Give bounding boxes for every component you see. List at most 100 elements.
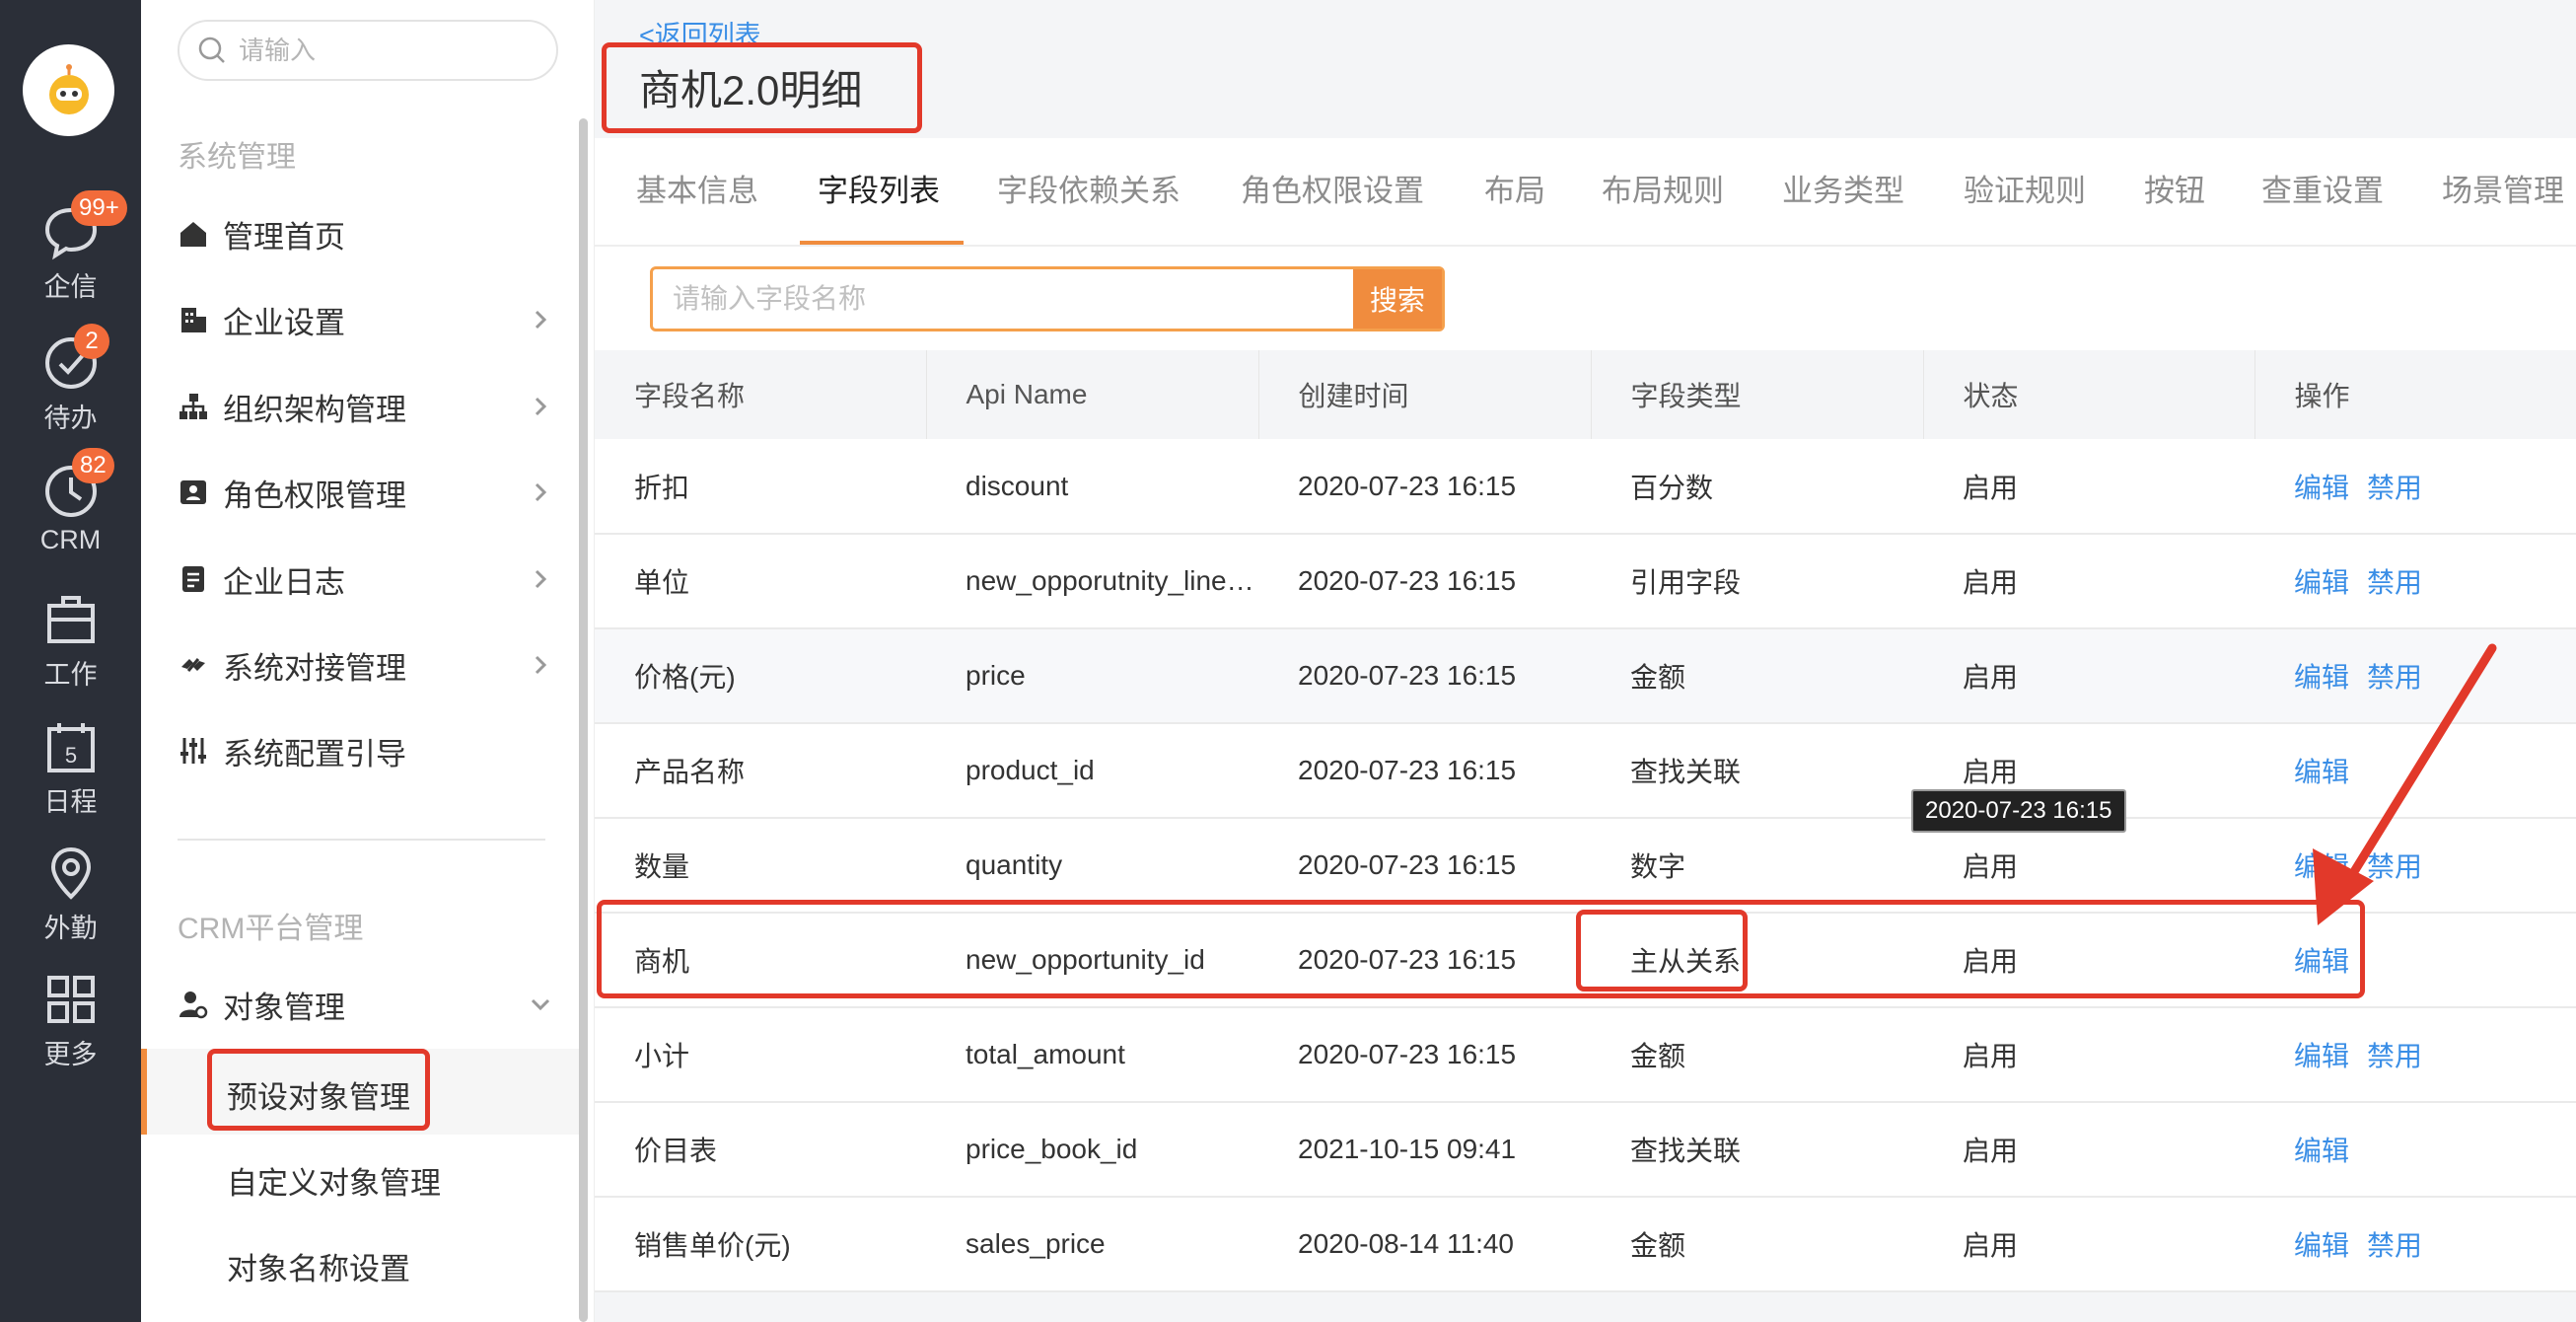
disable-link[interactable]: 禁用 [2367, 1041, 2422, 1071]
cell-actions: 编辑 禁用 [2254, 439, 2576, 535]
tab-layout[interactable]: 布局 [1484, 166, 1545, 210]
cell-field-name: 销售单价(元) [595, 1197, 926, 1292]
cell-api-name: price_book_id [926, 1102, 1258, 1198]
cell-actions: 编辑 禁用 [2254, 628, 2576, 724]
table-row: 折扣 discount 2020-07-23 16:15 百分数 启用 编辑 禁用 [595, 439, 2576, 535]
cell-created: 2020-07-23 16:15 [1258, 1007, 1591, 1103]
tab-scene-management[interactable]: 场景管理 [2442, 166, 2564, 210]
user-gear-icon [179, 992, 208, 1019]
tab-basic-info[interactable]: 基本信息 [636, 166, 758, 210]
app-logo[interactable] [23, 44, 114, 136]
column-header-field-name: 字段名称 [595, 350, 927, 439]
cell-status: 启用 [1923, 439, 2254, 535]
field-name-search-input[interactable] [653, 269, 1353, 329]
table-row: 数量 quantity 2020-07-23 16:15 数字 启用 编辑 禁用 [595, 818, 2576, 914]
rail-item-schedule[interactable]: 5 日程 [0, 717, 141, 819]
timestamp-tooltip: 2020-07-23 16:15 [1911, 789, 2126, 833]
tab-duplicate-check[interactable]: 查重设置 [2261, 166, 2384, 210]
edit-link[interactable]: 编辑 [2294, 567, 2349, 598]
robot-logo-icon [48, 63, 89, 114]
menu-item-label: 角色权限管理 [223, 477, 406, 513]
disable-link[interactable]: 禁用 [2367, 1230, 2422, 1261]
cell-field-type: 金额 [1591, 1007, 1923, 1103]
edit-link[interactable]: 编辑 [2294, 662, 2349, 693]
sidebar-scrollbar[interactable] [579, 118, 588, 1322]
chevron-right-icon [535, 310, 547, 330]
cell-api-name: product_id [926, 723, 1258, 819]
sidebar-search[interactable] [178, 20, 558, 81]
cell-field-type: 查找关联 [1591, 723, 1923, 819]
menu-item-company-log[interactable]: 企业日志 [178, 550, 552, 609]
menu-item-config-guide[interactable]: 系统配置引导 [178, 721, 552, 780]
menu-item-role-permissions[interactable]: 角色权限管理 [178, 463, 552, 522]
chevron-right-icon [535, 655, 547, 675]
menu-item-admin-home[interactable]: 管理首页 [178, 204, 552, 263]
menu-item-object-management[interactable]: 对象管理 [178, 975, 552, 1034]
menu-item-system-integration[interactable]: 系统对接管理 [178, 635, 552, 695]
menu-item-org-structure[interactable]: 组织架构管理 [178, 377, 552, 436]
rail-label: 工作 [43, 660, 98, 690]
edit-link[interactable]: 编辑 [2294, 757, 2349, 787]
cell-created: 2020-07-23 16:15 [1258, 723, 1591, 819]
field-search-bar: 搜索 [595, 247, 2576, 350]
rail-item-crm[interactable]: CRM 82 [0, 448, 141, 555]
submenu-item-custom-objects[interactable]: 自定义对象管理 [227, 1158, 441, 1203]
tab-buttons[interactable]: 按钮 [2144, 166, 2205, 210]
rail-item-more[interactable]: 更多 [0, 970, 141, 1071]
rail-item-qixin[interactable]: 企信 99+ [0, 190, 141, 304]
menu-item-label: 管理首页 [223, 219, 345, 255]
rail-item-todo[interactable]: 待办 2 [0, 324, 141, 435]
disable-link[interactable]: 禁用 [2367, 567, 2422, 598]
rail-label: 更多 [43, 1040, 98, 1069]
menu-item-company-settings[interactable]: 企业设置 [178, 290, 552, 349]
rail-item-field[interactable]: 外勤 [0, 844, 141, 945]
annotation-box-field-type [1576, 910, 1748, 992]
calendar-day: 5 [64, 743, 76, 768]
id-card-icon [180, 480, 206, 504]
menu-item-label: 企业日志 [223, 564, 345, 600]
rail-label: 日程 [43, 787, 98, 817]
disable-link[interactable]: 禁用 [2367, 473, 2422, 503]
main-content: <返回列表 商机2.0明细 基本信息 字段列表 字段依赖关系 角色权限设置 布局… [595, 0, 2576, 1322]
chevron-right-icon [535, 397, 547, 416]
disable-link[interactable]: 禁用 [2367, 662, 2422, 693]
table-header-row: 字段名称 Api Name 创建时间 字段类型 状态 操作 [595, 350, 2576, 439]
tab-layout-rules[interactable]: 布局规则 [1602, 166, 1724, 210]
tab-field-dependency[interactable]: 字段依赖关系 [997, 166, 1181, 210]
search-button[interactable]: 搜索 [1353, 269, 1442, 329]
menu-item-label: 系统对接管理 [223, 650, 406, 686]
edit-link[interactable]: 编辑 [2294, 473, 2349, 503]
rail-label: 企信 [43, 272, 98, 302]
cell-status: 启用 [1923, 1197, 2254, 1292]
sidebar-search-input[interactable] [239, 35, 535, 66]
menu-item-label: 系统配置引导 [223, 736, 406, 771]
tab-role-permissions[interactable]: 角色权限设置 [1241, 166, 1424, 210]
cell-field-name: 数量 [595, 818, 926, 914]
cell-actions: 编辑 禁用 [2254, 1197, 2576, 1292]
table-row: 小计 total_amount 2020-07-23 16:15 金额 启用 编… [595, 1007, 2576, 1103]
disable-link[interactable]: 禁用 [2367, 851, 2422, 882]
edit-link[interactable]: 编辑 [2294, 851, 2349, 882]
cell-api-name: quantity [926, 818, 1258, 914]
app-rail: 企信 99+ 待办 2 CRM 82 工作 5 日程 外勤 更多 [0, 0, 141, 1322]
edit-link[interactable]: 编辑 [2294, 1041, 2349, 1071]
field-search: 搜索 [650, 266, 1445, 331]
todo-badge: 2 [74, 324, 109, 359]
cell-actions: 编辑 [2254, 723, 2576, 819]
edit-link[interactable]: 编辑 [2294, 1230, 2349, 1261]
cell-field-type: 查找关联 [1591, 1102, 1923, 1198]
edit-link[interactable]: 编辑 [2294, 1136, 2349, 1166]
tab-business-types[interactable]: 业务类型 [1782, 166, 1904, 210]
cell-status: 启用 [1923, 1007, 2254, 1103]
submenu-item-object-names[interactable]: 对象名称设置 [227, 1244, 410, 1288]
rail-label: CRM [39, 525, 102, 554]
cell-actions: 编辑 禁用 [2254, 1007, 2576, 1103]
table-row: 单位 new_opporutnity_line… 2020-07-23 16:1… [595, 534, 2576, 629]
menu-item-label: 组织架构管理 [223, 392, 406, 427]
cell-actions: 编辑 [2254, 1102, 2576, 1198]
rail-item-work[interactable]: 工作 [0, 590, 141, 692]
tab-field-list[interactable]: 字段列表 [818, 166, 940, 210]
tab-validation-rules[interactable]: 验证规则 [1964, 166, 2086, 210]
sliders-icon [180, 738, 206, 764]
section-title-crm: CRM平台管理 [178, 913, 364, 945]
